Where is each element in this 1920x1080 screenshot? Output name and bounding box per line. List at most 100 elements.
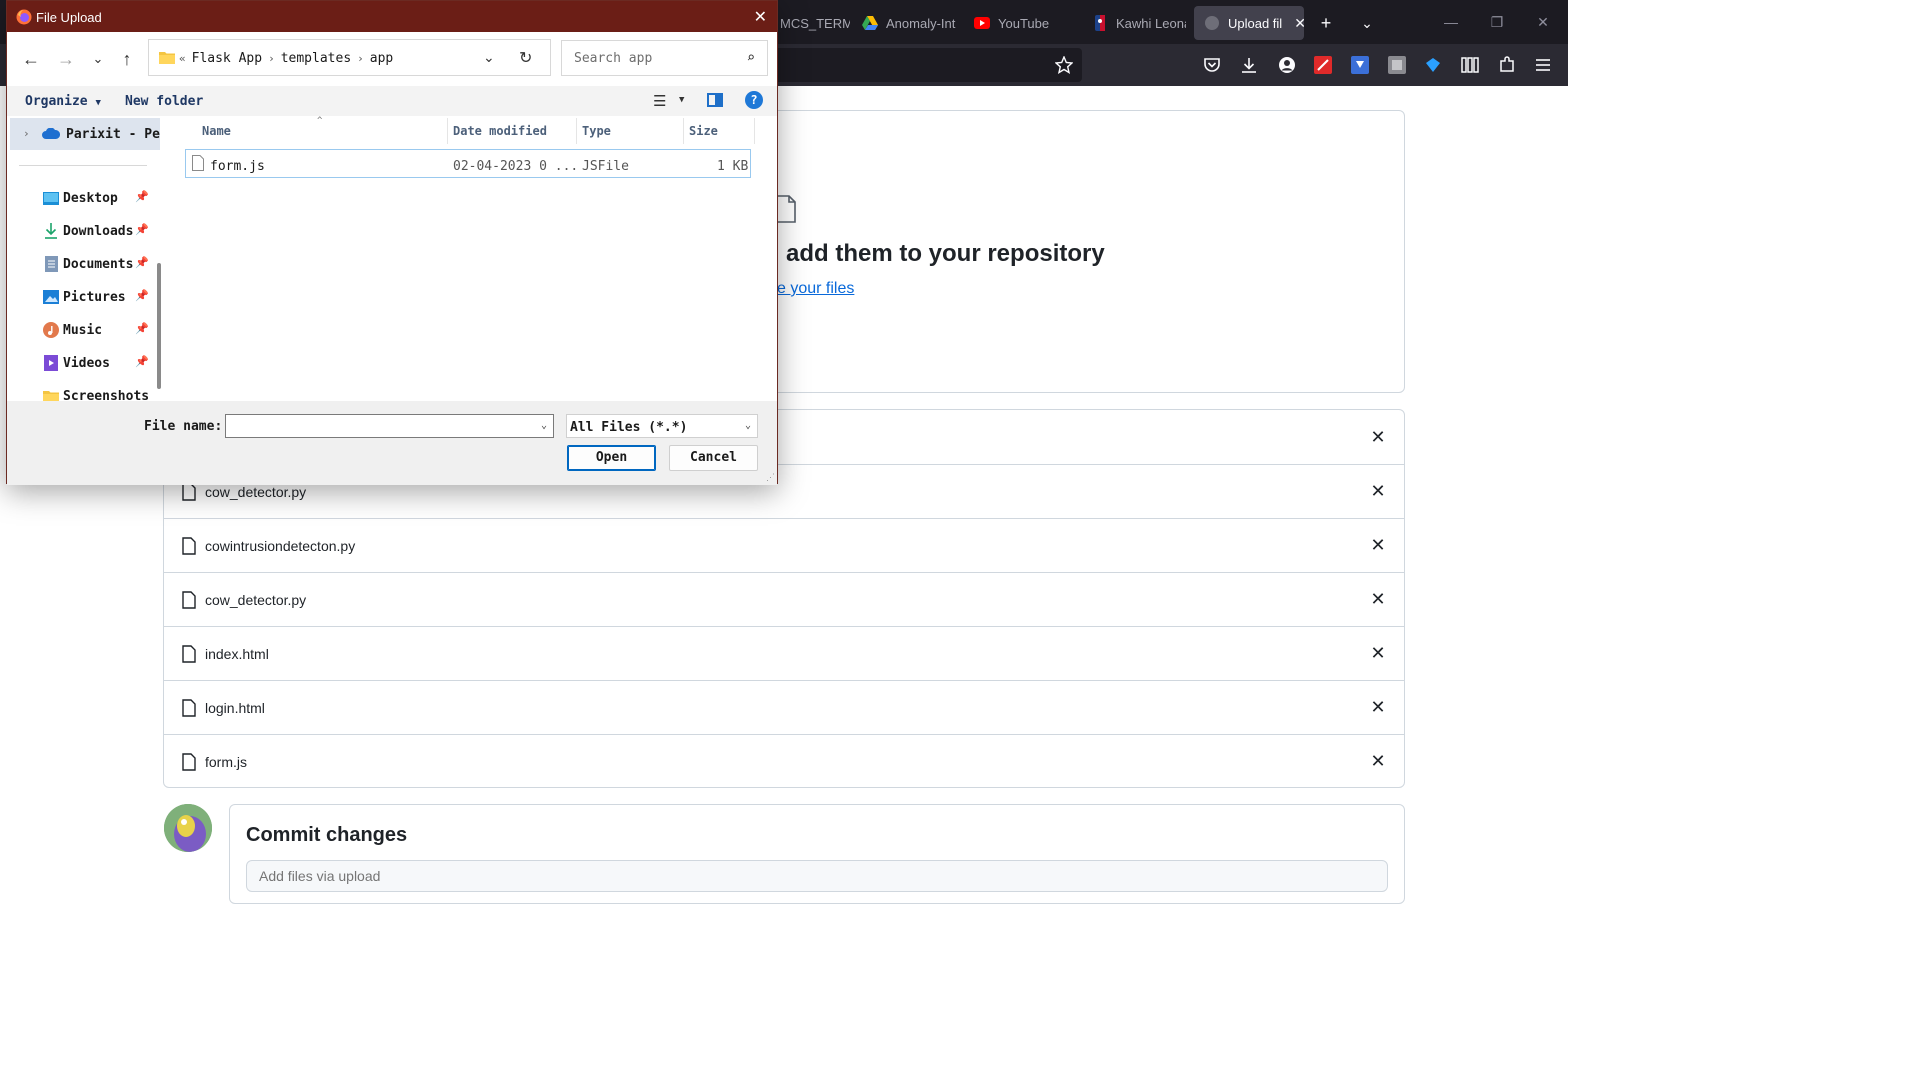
downloads-icon[interactable] <box>1237 53 1261 77</box>
pin-icon: 📌 <box>135 322 149 335</box>
file-icon <box>182 536 196 555</box>
breadcrumb-templates[interactable]: templates <box>281 51 351 66</box>
choose-files-link[interactable]: e your files <box>777 280 854 298</box>
restore-icon[interactable]: ❐ <box>1474 0 1520 44</box>
tab-kawhi[interactable]: Kawhi Leona <box>1082 6 1186 40</box>
desktop-icon <box>43 190 59 206</box>
column-divider[interactable] <box>683 118 684 144</box>
column-header-size[interactable]: Size <box>689 124 718 144</box>
remove-file-icon[interactable]: ✕ <box>1370 697 1386 718</box>
sidebar-item-documents[interactable]: Documents 📌 <box>7 250 167 278</box>
file-row: cow_detector.py ✕ <box>164 572 1404 626</box>
resize-grip-icon[interactable]: ⋰ <box>766 473 775 483</box>
sidebar-scrollbar[interactable] <box>157 263 161 389</box>
sidebar-item-videos[interactable]: Videos 📌 <box>7 349 167 377</box>
remove-file-icon[interactable]: ✕ <box>1370 535 1386 556</box>
chevron-down-icon[interactable]: ⌄ <box>541 420 547 431</box>
search-box[interactable]: Search app ⌕ <box>561 40 768 76</box>
chevron-right-icon[interactable]: › <box>23 127 30 140</box>
breadcrumb-app[interactable]: app <box>370 51 393 66</box>
extension-red-icon[interactable] <box>1311 53 1335 77</box>
tab-upload-files[interactable]: Upload fil ✕ <box>1194 6 1304 40</box>
breadcrumb-overflow[interactable]: « <box>179 52 186 65</box>
dialog-bottom-bar: File name: ⌄ All Files (*.*) ⌄ Open Canc… <box>7 401 777 485</box>
caret-down-icon: ▼ <box>95 98 101 108</box>
sidebar-item-pictures[interactable]: Pictures 📌 <box>7 283 167 311</box>
library-icon[interactable] <box>1458 53 1482 77</box>
account-icon[interactable] <box>1275 53 1299 77</box>
minimize-icon[interactable]: — <box>1428 0 1474 44</box>
remove-file-icon[interactable]: ✕ <box>1370 751 1386 772</box>
up-arrow-icon[interactable]: ↑ <box>116 48 138 70</box>
breadcrumb-separator-icon: › <box>357 52 364 65</box>
github-icon <box>1204 15 1220 31</box>
help-icon[interactable]: ? <box>745 91 763 109</box>
tab-title: MCS_TERM <box>780 15 850 31</box>
new-folder-button[interactable]: New folder <box>125 94 203 109</box>
close-icon[interactable]: ✕ <box>754 7 767 27</box>
remove-file-icon[interactable]: ✕ <box>1370 643 1386 664</box>
extension-blue-icon[interactable] <box>1421 53 1445 77</box>
address-bar[interactable]: « Flask App › templates › app ⌄ ↻ <box>148 39 551 76</box>
remove-file-icon[interactable]: ✕ <box>1370 589 1386 610</box>
tab-mcs-term[interactable]: MCS_TERM <box>770 6 850 40</box>
chevron-down-icon[interactable]: ⌄ <box>483 49 495 66</box>
search-input[interactable]: Search app <box>574 51 652 66</box>
column-divider[interactable] <box>754 118 755 144</box>
menu-icon[interactable] <box>1531 53 1555 77</box>
sidebar-item-onedrive[interactable]: › Parixit - Pe <box>10 118 160 150</box>
column-header-name[interactable]: Name <box>202 124 231 144</box>
remove-file-icon[interactable]: ✕ <box>1370 427 1386 448</box>
file-name-input[interactable] <box>225 414 554 438</box>
avatar[interactable] <box>164 804 212 852</box>
cancel-button[interactable]: Cancel <box>669 445 758 471</box>
sidebar-item-label: Parixit - Pe <box>66 127 160 142</box>
file-upload-dialog: File Upload ✕ ← → ⌄ ↑ « Flask App › temp… <box>6 0 778 485</box>
pocket-icon[interactable] <box>1200 53 1224 77</box>
plus-icon[interactable]: + <box>1313 10 1339 36</box>
sidebar-item-downloads[interactable]: Downloads 📌 <box>7 217 167 245</box>
file-list-row[interactable]: form.js 02-04-2023 0 ... JSFile 1 KB <box>185 149 751 178</box>
sidebar-item-screenshots[interactable]: Screenshots <box>7 382 167 401</box>
close-icon[interactable]: ✕ <box>1520 0 1566 44</box>
remove-file-icon[interactable]: ✕ <box>1370 481 1386 502</box>
extension-gray-icon[interactable] <box>1385 53 1409 77</box>
recent-locations-chevron-icon[interactable]: ⌄ <box>87 48 109 70</box>
sidebar-item-desktop[interactable]: Desktop 📌 <box>7 184 167 212</box>
caret-down-icon[interactable]: ▼ <box>679 95 684 105</box>
dialog-titlebar[interactable]: File Upload ✕ <box>7 1 777 32</box>
chevron-down-icon[interactable]: ⌄ <box>1354 10 1380 36</box>
column-divider[interactable] <box>447 118 448 144</box>
file-name: index.html <box>205 645 269 662</box>
file-row: login.html ✕ <box>164 680 1404 734</box>
folder-icon <box>43 388 59 401</box>
column-header-type[interactable]: Type <box>582 124 611 144</box>
tab-anomaly[interactable]: Anomaly-Int <box>852 6 956 40</box>
preview-pane-icon[interactable] <box>707 93 723 107</box>
refresh-icon[interactable]: ↻ <box>519 48 532 68</box>
breadcrumb-flask-app[interactable]: Flask App <box>192 51 262 66</box>
dialog-title: File Upload <box>36 10 102 25</box>
cloud-icon <box>42 127 61 139</box>
commit-title: Commit changes <box>246 824 408 846</box>
file-name: cowintrusiondetecton.py <box>205 537 356 554</box>
column-header-date[interactable]: Date modified <box>453 124 547 144</box>
organize-button[interactable]: Organize ▼ <box>25 94 101 109</box>
back-arrow-icon[interactable]: ← <box>20 48 42 70</box>
file-size-cell: 1 KB <box>717 159 749 174</box>
chevron-down-icon[interactable]: ⌄ <box>745 420 751 431</box>
column-divider[interactable] <box>576 118 577 144</box>
extensions-icon[interactable] <box>1495 53 1519 77</box>
open-button[interactable]: Open <box>567 445 656 471</box>
url-bar[interactable] <box>770 48 1082 82</box>
file-type-select[interactable]: All Files (*.*) <box>566 414 758 438</box>
sidebar-item-music[interactable]: Music 📌 <box>7 316 167 344</box>
forward-arrow-icon[interactable]: → <box>55 48 77 70</box>
google-drive-icon <box>862 15 878 31</box>
commit-message-input[interactable] <box>246 860 1388 892</box>
view-options-icon[interactable]: ☰ <box>653 92 666 110</box>
close-tab-icon[interactable]: ✕ <box>1294 15 1304 32</box>
bookmark-star-icon[interactable] <box>1052 53 1076 77</box>
extension-save-icon[interactable] <box>1348 53 1372 77</box>
tab-youtube[interactable]: YouTube <box>964 6 1076 40</box>
